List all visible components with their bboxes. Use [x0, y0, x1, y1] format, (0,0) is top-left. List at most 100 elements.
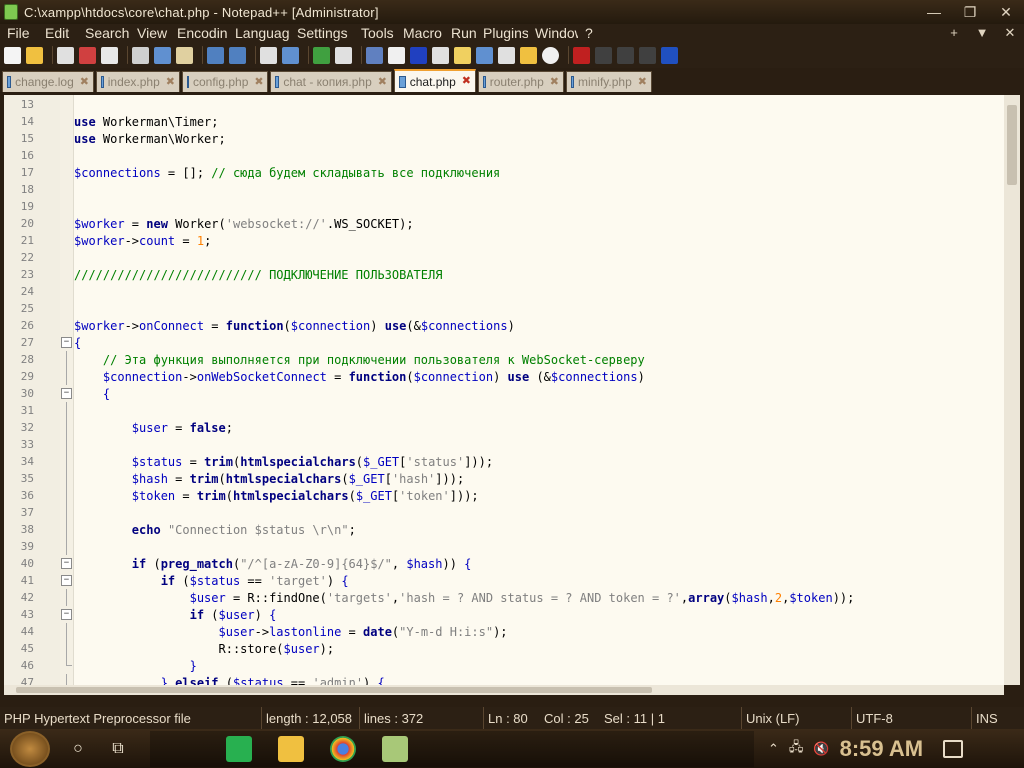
paste-icon[interactable] — [176, 46, 193, 64]
code-editor[interactable]: 13 14 use Workerman\Timer; 15 use Workerman\… — [4, 95, 1020, 685]
code-line[interactable]: 40− if (preg_match("/^[a-zA-Z0-9]{64}$/"… — [4, 555, 1004, 572]
code-line[interactable]: 30− { — [4, 385, 1004, 402]
stop-recording-icon[interactable] — [595, 46, 612, 64]
tray-chevron-icon[interactable]: ⌃ — [768, 741, 779, 757]
menu-help[interactable]: ? — [578, 25, 598, 41]
horizontal-scroll-thumb[interactable] — [16, 687, 652, 693]
code-line[interactable]: 41− if ($status == 'target') { — [4, 572, 1004, 589]
cut-icon[interactable] — [132, 46, 149, 64]
notepad-plus-plus-taskbar-icon[interactable] — [382, 735, 408, 762]
menu-language[interactable]: Language — [228, 25, 290, 41]
code-line[interactable]: 15 use Workerman\Worker; — [4, 130, 1004, 147]
start-button[interactable] — [10, 730, 50, 767]
open-file-icon[interactable] — [26, 46, 43, 64]
redo-icon[interactable] — [229, 46, 246, 64]
network-icon[interactable]: 🖧 — [789, 738, 804, 760]
new-file-icon[interactable] — [4, 46, 21, 64]
find-icon[interactable] — [260, 46, 277, 64]
code-line[interactable]: 13 — [4, 96, 1004, 113]
record-macro-icon[interactable] — [573, 46, 590, 64]
menu-window[interactable]: Window — [528, 25, 578, 41]
chrome-icon[interactable] — [330, 735, 356, 762]
folder-workspace-icon[interactable] — [520, 46, 537, 64]
sync-scroll-icon[interactable] — [366, 46, 383, 64]
tab-chat-php[interactable]: chat.php ✖ — [394, 69, 476, 92]
function-list-icon[interactable] — [498, 46, 515, 64]
tab-minify-php[interactable]: minify.php ✖ — [566, 71, 652, 92]
copy-icon[interactable] — [154, 46, 171, 64]
save-macro-icon[interactable] — [661, 46, 678, 64]
monitoring-icon[interactable] — [542, 46, 559, 64]
vertical-scroll-thumb[interactable] — [1007, 105, 1017, 185]
tab-config-php[interactable]: config.php ✖ — [182, 71, 268, 92]
code-line[interactable]: 18 — [4, 181, 1004, 198]
code-line[interactable]: 42 $user = R::findOne('targets','hash = … — [4, 589, 1004, 606]
status-encoding[interactable]: UTF-8 — [852, 707, 972, 729]
tab-index-php[interactable]: index.php ✖ — [96, 71, 180, 92]
fold-marker[interactable]: − — [34, 555, 74, 572]
fold-marker[interactable]: − — [34, 572, 74, 589]
code-line[interactable]: 45 R::store($user); — [4, 640, 1004, 657]
status-eol[interactable]: Unix (LF) — [742, 707, 852, 729]
new-tab-button[interactable]: + — [940, 25, 968, 41]
menu-plugins[interactable]: Plugins — [476, 25, 528, 41]
code-line[interactable]: 36 $token = trim(htmlspecialchars($_GET[… — [4, 487, 1004, 504]
menu-settings[interactable]: Settings — [290, 25, 354, 41]
code-line[interactable]: 35 $hash = trim(htmlspecialchars($_GET['… — [4, 470, 1004, 487]
fold-marker[interactable]: − — [34, 606, 74, 623]
search-circle-icon[interactable]: ○ — [66, 737, 90, 761]
fold-marker[interactable]: − — [34, 385, 74, 402]
code-line[interactable]: 46 } — [4, 657, 1004, 674]
close-tab-icon[interactable]: ✖ — [550, 76, 559, 88]
user-defined-language-icon[interactable] — [454, 46, 471, 64]
menu-tools[interactable]: Tools — [354, 25, 396, 41]
code-line[interactable]: 39 — [4, 538, 1004, 555]
code-line[interactable]: 26 $worker->onConnect = function($connect… — [4, 317, 1004, 334]
code-line[interactable]: 37 — [4, 504, 1004, 521]
tab-change-log[interactable]: change.log ✖ — [2, 71, 94, 92]
notifications-icon[interactable] — [943, 739, 964, 758]
close-tab-icon[interactable]: ✖ — [80, 76, 89, 88]
document-map-icon[interactable] — [476, 46, 493, 64]
maximize-button[interactable]: ❐ — [952, 1, 988, 23]
close-tab-icon[interactable]: ✖ — [378, 76, 387, 88]
run-macro-multiple-icon[interactable] — [639, 46, 656, 64]
code-line[interactable]: 21 $worker->count = 1; — [4, 232, 1004, 249]
close-tab-icon[interactable]: ✖ — [254, 76, 263, 88]
tab-list-button[interactable]: ▼ — [968, 25, 996, 41]
replace-icon[interactable] — [282, 46, 299, 64]
close-button[interactable]: ✕ — [988, 1, 1024, 23]
close-tab-icon[interactable]: ✖ — [166, 76, 175, 88]
menu-macro[interactable]: Macro — [396, 25, 444, 41]
code-line[interactable]: 38 echo "Connection $status \r\n"; — [4, 521, 1004, 538]
indent-guide-icon[interactable] — [432, 46, 449, 64]
code-line[interactable]: 32 $user = false; — [4, 419, 1004, 436]
show-all-characters-icon[interactable] — [410, 46, 427, 64]
code-line[interactable]: 33 — [4, 436, 1004, 453]
task-view-icon[interactable]: ⧉ — [106, 737, 130, 761]
code-line[interactable]: 22 — [4, 249, 1004, 266]
code-line[interactable]: 28 // Эта функция выполняется при подклю… — [4, 351, 1004, 368]
file-explorer-icon[interactable] — [278, 735, 304, 762]
code-line[interactable]: 25 — [4, 300, 1004, 317]
code-line[interactable]: 14 use Workerman\Timer; — [4, 113, 1004, 130]
code-line[interactable]: 47 } elseif ($status == 'admin') { — [4, 674, 1004, 685]
close-tab-icon[interactable]: ✖ — [462, 76, 471, 87]
menu-edit[interactable]: Edit — [38, 25, 78, 41]
tab-router-php[interactable]: router.php ✖ — [478, 71, 564, 92]
clock[interactable]: 8:59 AM — [840, 736, 924, 762]
play-macro-icon[interactable] — [617, 46, 634, 64]
minimize-button[interactable]: — — [916, 1, 952, 23]
volume-muted-icon[interactable]: 🔇 — [813, 741, 829, 757]
menu-encoding[interactable]: Encoding — [170, 25, 228, 41]
code-line[interactable]: 17 $connections = []; // сюда будем склад… — [4, 164, 1004, 181]
code-line[interactable]: 19 — [4, 198, 1004, 215]
zoom-out-icon[interactable] — [335, 46, 352, 64]
code-line[interactable]: 43− if ($user) { — [4, 606, 1004, 623]
word-wrap-icon[interactable] — [388, 46, 405, 64]
horizontal-scrollbar[interactable] — [4, 685, 1004, 695]
menu-file[interactable]: File — [0, 25, 38, 41]
code-line[interactable]: 23 ////////////////////////// ПОДКЛЮЧЕНИЕ… — [4, 266, 1004, 283]
code-line[interactable]: 44 $user->lastonline = date("Y-m-d H:i:s… — [4, 623, 1004, 640]
notes-app-icon[interactable] — [226, 735, 252, 762]
